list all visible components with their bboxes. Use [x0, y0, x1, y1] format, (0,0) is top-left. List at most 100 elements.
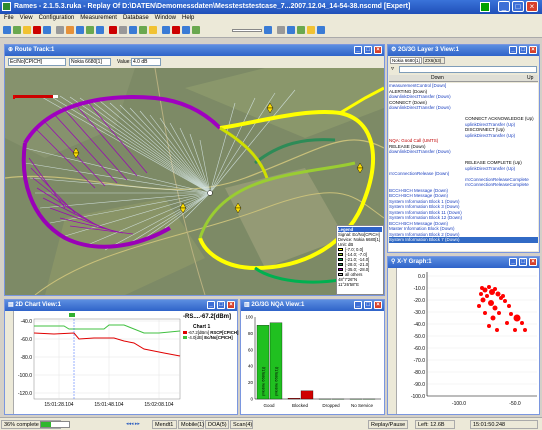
toolbar-button-25[interactable]: [317, 26, 325, 34]
sheet-tab-2[interactable]: Mobile(1): [178, 420, 204, 429]
minimize-button[interactable]: _: [509, 46, 517, 54]
message-down: System Information Block 12 (Down): [389, 215, 463, 220]
toolbar-button-15[interactable]: [149, 26, 157, 34]
menu-measurement[interactable]: Measurement: [80, 15, 117, 21]
replay-speed-slider[interactable]: [232, 29, 262, 32]
toolbar-button-20[interactable]: [264, 26, 272, 34]
message-down: BCCH-BCH Message (Down): [389, 220, 449, 226]
sheet-nav[interactable]: ◂◂◂ ▸▸: [126, 420, 152, 429]
close-button[interactable]: ×: [374, 301, 382, 309]
nqa-bar: [287, 398, 301, 400]
menu-view[interactable]: View: [20, 15, 33, 21]
toolbar-button-19[interactable]: [192, 26, 200, 34]
column-up[interactable]: Up: [527, 75, 533, 82]
window-titlebar: Rames - 2.1.5.3.ruka - Replay Of D:\DATE…: [0, 0, 542, 14]
toolbar-button-11[interactable]: [109, 26, 117, 34]
nqa-category-label: Good: [263, 403, 275, 408]
message-down: ALERTING (Down): [389, 88, 428, 94]
chart2d-xtick: 15:01:48.104: [94, 402, 123, 408]
menu-database[interactable]: Database: [123, 15, 149, 21]
nqa-bar-label: (Mobile 6680(1)): [274, 366, 279, 396]
chart2d-body: -40.0 -60.0 -80.0 -100.0 -120.0 15:01:28.104…: [5, 311, 238, 414]
minimize-button[interactable]: _: [354, 46, 362, 54]
column-down[interactable]: Down: [431, 75, 444, 82]
toolbar-button-8[interactable]: [76, 26, 84, 34]
minimize-button[interactable]: _: [354, 301, 362, 309]
nqa-bar-label: (Mobile 6680(1)): [261, 366, 266, 396]
toolbar-button-6[interactable]: [56, 26, 64, 34]
toolbar-button-10[interactable]: [96, 26, 104, 34]
close-button[interactable]: ×: [374, 46, 382, 54]
filter-input[interactable]: [399, 66, 537, 73]
toolbar-button-4[interactable]: [33, 26, 41, 34]
tab-zx6[interactable]: ZX6(53): [423, 57, 445, 64]
signal-select[interactable]: Ec/No[CPICH]: [8, 58, 66, 66]
toolbar-button-12[interactable]: [119, 26, 127, 34]
toolbar-button-23[interactable]: [297, 26, 305, 34]
nqa-ytick: 0: [250, 397, 253, 402]
maximize-button[interactable]: □: [364, 46, 372, 54]
close-button[interactable]: ×: [529, 258, 537, 266]
toolbar-button-2[interactable]: [13, 26, 21, 34]
toolbar-button-5[interactable]: [43, 26, 51, 34]
chart2d-ytick: -40.0: [21, 319, 33, 325]
value-field[interactable]: 4.0 dB: [131, 58, 161, 66]
route-track-titlebar: ⊕ Route Track:1 _ □ ×: [5, 45, 384, 56]
message-down: measurementControl [Down]: [389, 83, 447, 88]
column-header: Down Up: [389, 75, 538, 82]
message-down: BCCH-BCH Message (Down): [389, 193, 449, 198]
close-button[interactable]: ×: [529, 46, 537, 54]
maximize-button[interactable]: □: [519, 46, 527, 54]
xy-graph-titlebar: ⚲ X-Y Graph:1 _ □ ×: [388, 257, 539, 268]
chart2d-legend-rows: -67.2[dBm] RSCP[CPICH] -4.0[dB] Ec/No[CPI…: [183, 330, 238, 340]
layer3-message-list[interactable]: measurementControl [Down] ALERTING (Down)…: [389, 83, 538, 251]
device-select[interactable]: Nokia 6680[1]: [69, 58, 111, 66]
chart2d-xtick: 15:01:28.104: [44, 402, 73, 408]
toolbar-button-24[interactable]: [307, 26, 315, 34]
toolbar-button-18[interactable]: [182, 26, 190, 34]
sheet-tab-3[interactable]: DOA(5): [205, 420, 229, 429]
route-track-title: Route Track:1: [14, 47, 55, 53]
maximize-window-button[interactable]: □: [512, 1, 524, 12]
toolbar-button-9[interactable]: [86, 26, 94, 34]
filter-icon[interactable]: ▿: [391, 66, 397, 72]
nqa-chart[interactable]: 100 80 60 40 20 0 (Mobile 6680(1)) (Mobile 668…: [241, 311, 384, 414]
close-window-button[interactable]: ×: [526, 1, 538, 12]
maximize-button[interactable]: □: [519, 258, 527, 266]
toolbar-button-16[interactable]: [162, 26, 170, 34]
route-map[interactable]: [5, 68, 384, 295]
message-down: System Information Block 1 (Down): [389, 198, 460, 204]
toolbar-button-22[interactable]: [287, 26, 295, 34]
minimize-button[interactable]: _: [207, 301, 215, 309]
message-row[interactable]: System Information Block 7 (Down): [389, 237, 538, 243]
layer3-title: 2G/3G Layer 3 View:1: [398, 47, 459, 53]
tab-device[interactable]: Nokia 6680[1]: [390, 57, 422, 64]
menu-file[interactable]: File: [4, 15, 14, 21]
chart2d-plot[interactable]: -40.0 -60.0 -80.0 -100.0 -120.0 15:01:28.104…: [14, 311, 182, 414]
toolbar-button-17[interactable]: [172, 26, 180, 34]
nqa-window: ▥ 2G/3G NQA View:1 _ □ × 100 80 60 40 20 0 (M…: [240, 299, 385, 415]
menu-window[interactable]: Window: [155, 15, 176, 21]
xy-ytick: -100.0: [411, 394, 425, 400]
menu-configuration[interactable]: Configuration: [39, 15, 75, 21]
toolbar-button-14[interactable]: [139, 26, 147, 34]
toolbar-button-3[interactable]: [23, 26, 31, 34]
close-button[interactable]: ×: [227, 301, 235, 309]
minimize-window-button[interactable]: _: [498, 1, 510, 12]
minimize-button[interactable]: _: [509, 258, 517, 266]
maximize-button[interactable]: □: [217, 301, 225, 309]
menu-help[interactable]: Help: [182, 15, 194, 21]
xy-plot[interactable]: 0.0 -10.0 -20.0 -30.0 -40.0 -50.0 -60.0 -70.0 -8…: [397, 268, 539, 414]
toolbar-button-7[interactable]: [66, 26, 74, 34]
maximize-button[interactable]: □: [364, 301, 372, 309]
toolbar-button-13[interactable]: [129, 26, 137, 34]
toolbar-button-1[interactable]: [3, 26, 11, 34]
sheet-tab-4[interactable]: Scan(4): [230, 420, 253, 429]
legend-swatch: [338, 258, 343, 261]
toolbar-button-21[interactable]: [277, 26, 285, 34]
nqa-ytick: 40: [248, 364, 254, 369]
legend-swatch: [338, 268, 343, 271]
sheet-tab-1[interactable]: Mendt1: [152, 420, 177, 429]
legend-swatch: [338, 253, 343, 256]
chart2d-legend-row: -4.0[dB] Ec/No[CPICH]: [183, 335, 235, 340]
